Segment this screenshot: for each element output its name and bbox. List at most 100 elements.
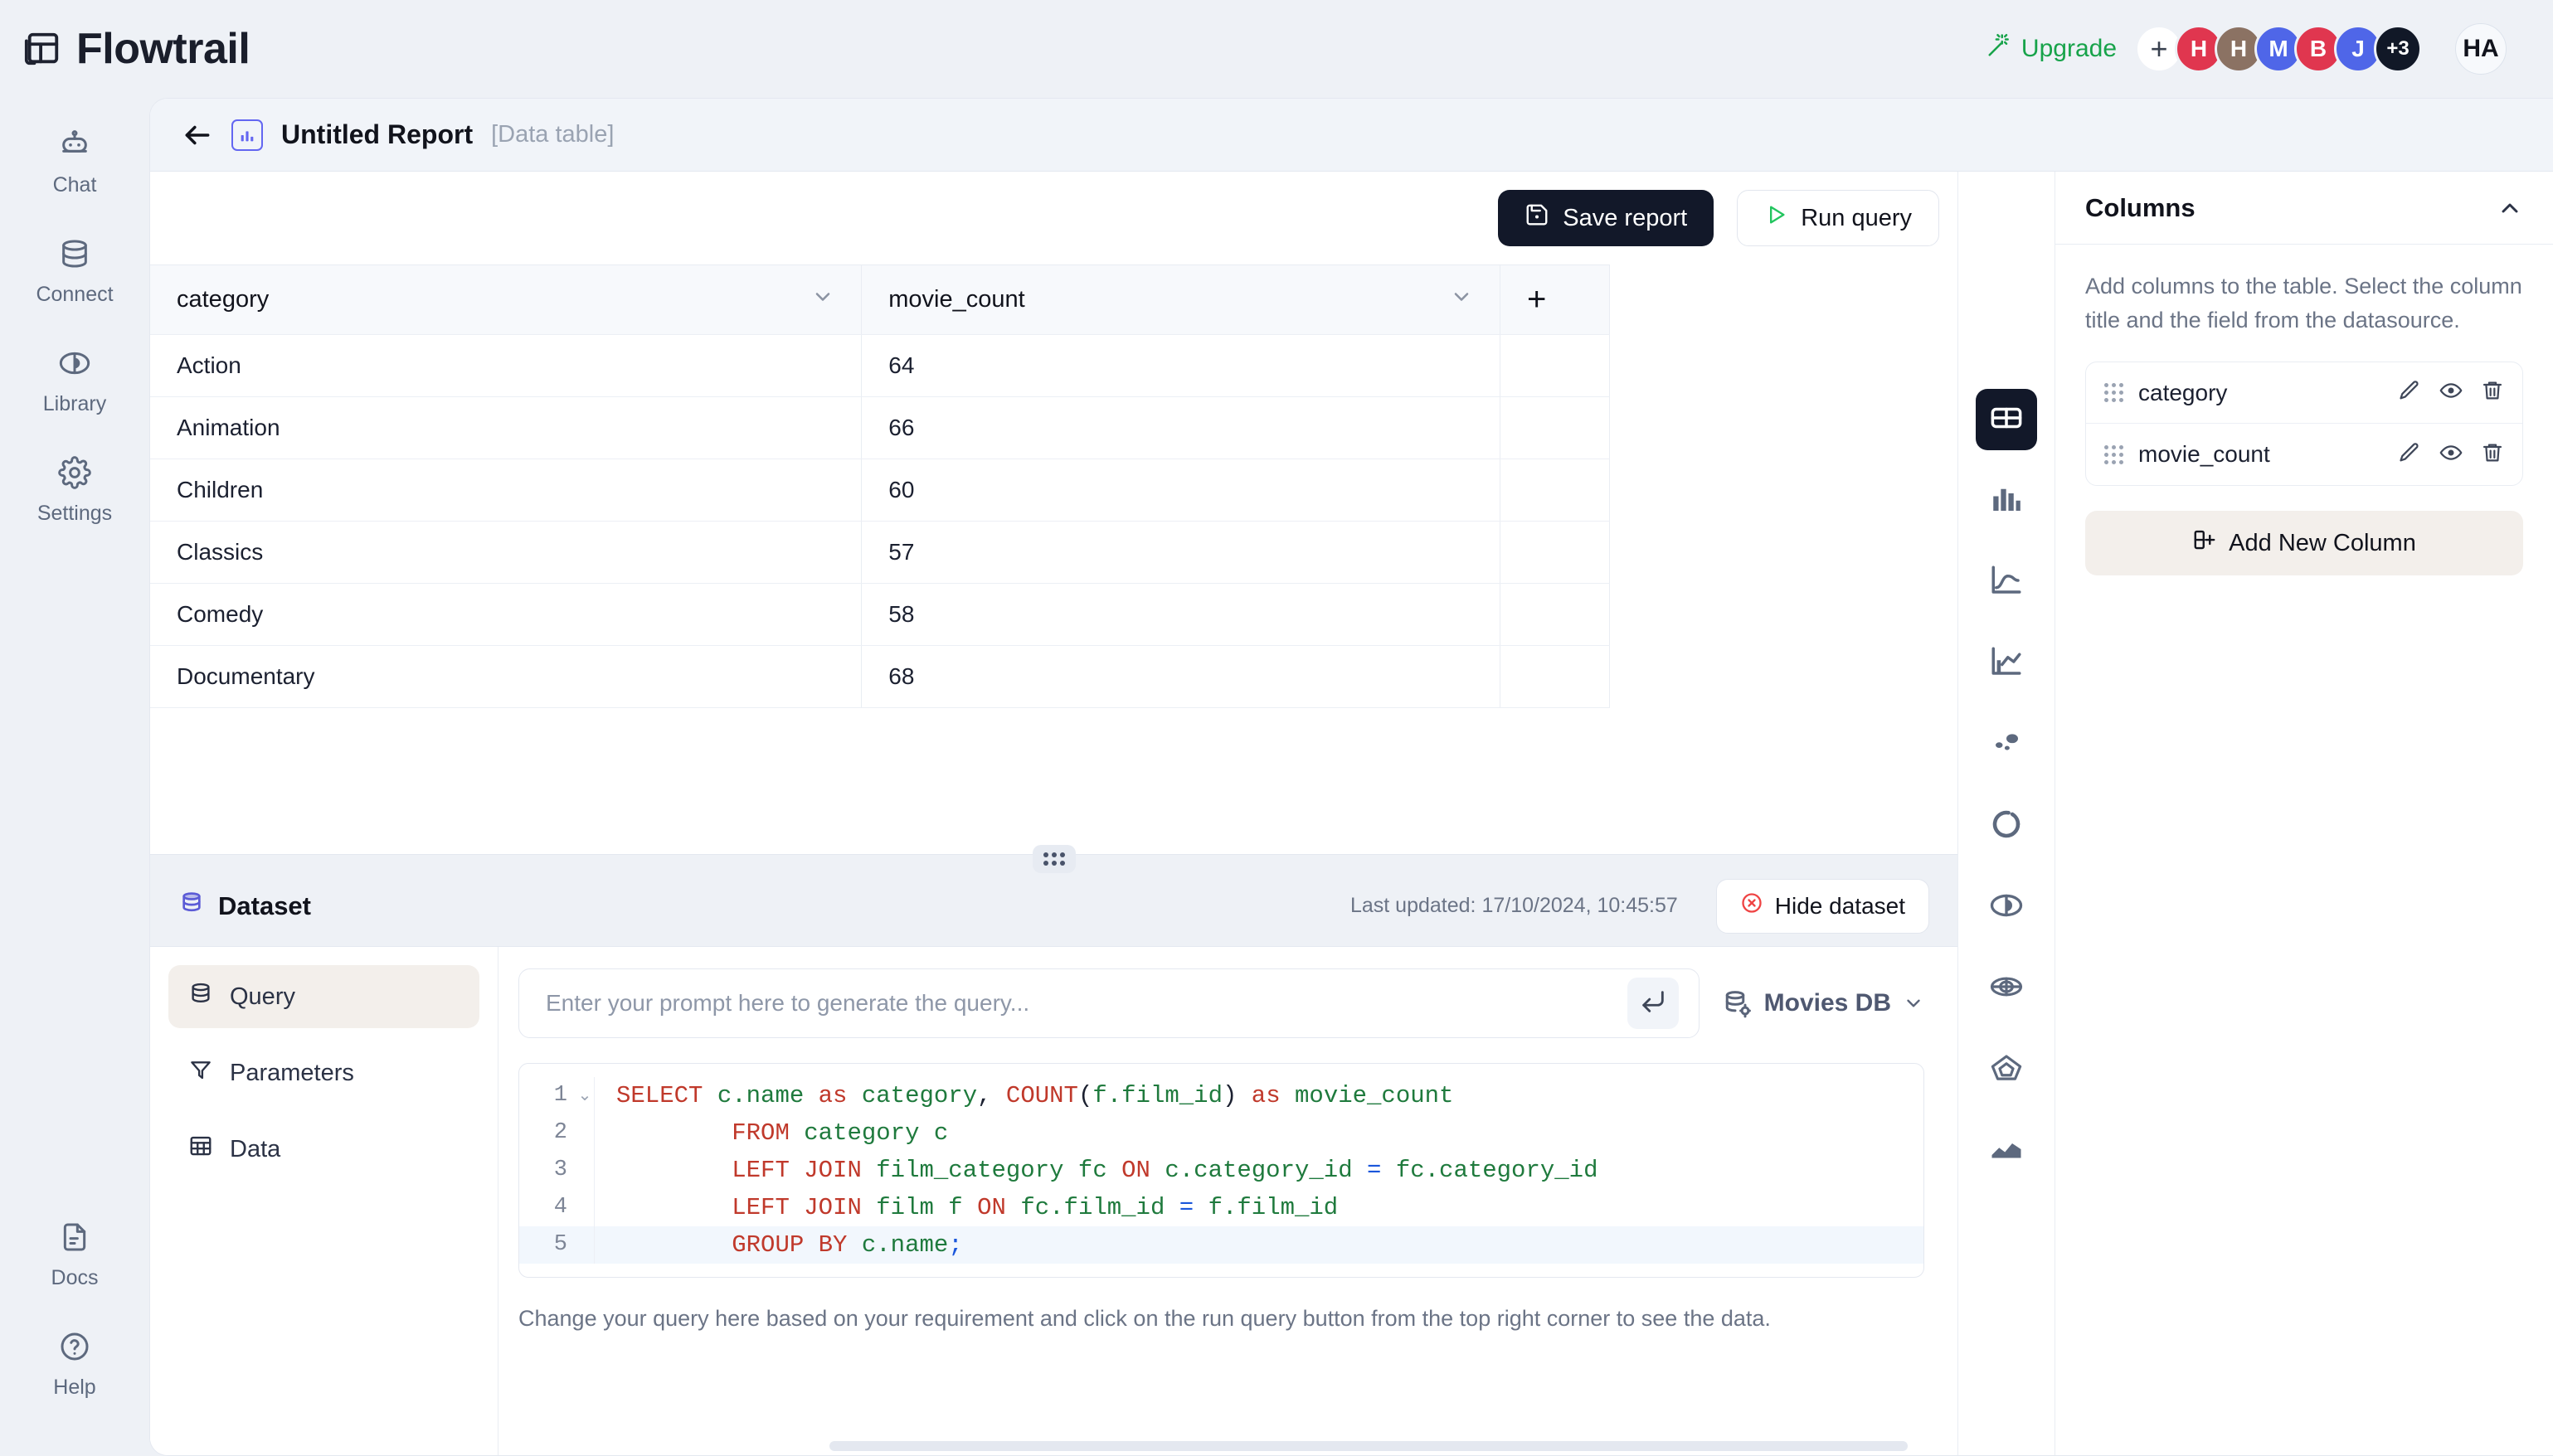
column-header-category[interactable]: category bbox=[150, 265, 863, 335]
bar-chart-icon bbox=[1989, 482, 2024, 521]
bar-chart-icon bbox=[231, 119, 263, 151]
user-avatar[interactable]: HA bbox=[2455, 23, 2507, 75]
add-new-column-button[interactable]: Add New Column bbox=[2085, 511, 2523, 575]
cell-category: Documentary bbox=[150, 645, 863, 708]
scatter-chart-icon bbox=[1989, 726, 2024, 764]
prompt-submit-button[interactable] bbox=[1627, 978, 1679, 1029]
chart-type-donut[interactable] bbox=[1976, 795, 2037, 857]
gear-icon bbox=[58, 456, 91, 493]
line-number: 4 bbox=[553, 1195, 567, 1220]
editor-help-text: Change your query here based on your req… bbox=[518, 1306, 1771, 1331]
columns-panel-header: Columns bbox=[2055, 172, 2553, 245]
fold-toggle-icon[interactable]: ⌄ bbox=[576, 1077, 594, 1114]
datasource-select[interactable]: Movies DB bbox=[1723, 988, 1924, 1018]
sidebar-item-docs[interactable]: Docs bbox=[12, 1209, 137, 1300]
sidebar-item-chat[interactable]: Chat bbox=[12, 116, 137, 207]
list-item[interactable]: category bbox=[2086, 362, 2522, 424]
report-content: Save report Run query category movie_cou… bbox=[150, 172, 2553, 1455]
column-item-actions bbox=[2398, 441, 2504, 468]
chart-type-area[interactable] bbox=[1976, 1120, 2037, 1182]
cell-category: Action bbox=[150, 334, 863, 397]
run-query-button[interactable]: Run query bbox=[1737, 190, 1939, 246]
panel-resize-handle[interactable] bbox=[1032, 845, 1076, 873]
chart-type-combo[interactable] bbox=[1976, 633, 2037, 694]
report-type-label: [Data table] bbox=[491, 121, 615, 148]
list-item[interactable]: movie_count bbox=[2086, 424, 2522, 485]
chart-type-pie[interactable] bbox=[1976, 876, 2037, 938]
cell-spacer bbox=[1500, 521, 1610, 584]
drag-handle-icon[interactable] bbox=[2104, 444, 2123, 464]
add-column-header-button[interactable]: + bbox=[1500, 265, 1610, 335]
upgrade-button[interactable]: Upgrade bbox=[1986, 33, 2117, 65]
dataset-title-label: Dataset bbox=[218, 891, 311, 920]
horizontal-scrollbar[interactable] bbox=[829, 1441, 1908, 1451]
eye-icon[interactable] bbox=[2439, 379, 2463, 406]
database-gear-icon bbox=[1723, 988, 1753, 1018]
table-row: Action 64 bbox=[150, 334, 1610, 397]
tab-data[interactable]: Data bbox=[168, 1118, 479, 1181]
trash-icon[interactable] bbox=[2481, 441, 2504, 468]
plus-icon[interactable]: + bbox=[1527, 281, 1546, 318]
avatar-overflow-count[interactable]: +3 bbox=[2374, 25, 2422, 73]
table-row: Documentary 68 bbox=[150, 645, 1610, 708]
data-table: category movie_count + Action 64 Animati… bbox=[150, 265, 1610, 708]
column-item-name: movie_count bbox=[2138, 441, 2270, 467]
robot-icon bbox=[58, 128, 91, 165]
prompt-input[interactable] bbox=[546, 990, 1627, 1017]
grip-dots-icon bbox=[1043, 852, 1065, 866]
hide-dataset-button[interactable]: Hide dataset bbox=[1715, 878, 1929, 934]
chevron-down-icon[interactable] bbox=[811, 285, 834, 315]
code-text: LEFT JOIN film_category fc ON c.category… bbox=[594, 1152, 1923, 1189]
sidebar-item-connect[interactable]: Connect bbox=[12, 226, 137, 317]
code-text: FROM category c bbox=[594, 1114, 1923, 1152]
chart-type-radial[interactable] bbox=[1976, 958, 2037, 1019]
sidebar-item-label: Help bbox=[53, 1376, 96, 1399]
sidebar-item-help[interactable]: Help bbox=[12, 1318, 137, 1410]
cell-movie-count: 60 bbox=[861, 459, 1501, 522]
save-disk-icon bbox=[1525, 202, 1549, 234]
pie-chart-icon bbox=[58, 347, 91, 384]
radial-chart-icon bbox=[1989, 969, 2024, 1008]
chart-type-bar[interactable] bbox=[1976, 470, 2037, 531]
sql-editor[interactable]: 1 ⌄ SELECT c.name as category, COUNT(f.f… bbox=[518, 1063, 1924, 1278]
trash-icon[interactable] bbox=[2481, 379, 2504, 406]
columns-panel-title: Columns bbox=[2085, 192, 2196, 222]
column-item-actions bbox=[2398, 379, 2504, 406]
add-new-column-label: Add New Column bbox=[2229, 529, 2416, 556]
column-header-movie-count[interactable]: movie_count bbox=[861, 265, 1501, 335]
table-header-row: category movie_count + bbox=[150, 265, 1610, 335]
column-header-label: movie_count bbox=[888, 286, 1025, 313]
dataset-body: Query Parameters Data Enter your prompt … bbox=[150, 947, 1957, 1455]
editor-bottom-padding bbox=[519, 1264, 1923, 1277]
sidebar-item-settings[interactable]: Settings bbox=[12, 444, 137, 536]
columns-panel: Columns Add columns to the table. Select… bbox=[2055, 172, 2553, 1455]
report-header: Untitled Report [Data table] bbox=[150, 99, 2553, 172]
tab-parameters[interactable]: Parameters bbox=[168, 1041, 479, 1104]
database-icon bbox=[188, 981, 213, 1012]
chevron-up-icon[interactable] bbox=[2497, 195, 2523, 221]
line-chart-icon bbox=[1989, 563, 2024, 602]
brand[interactable]: Flowtrail bbox=[23, 24, 250, 74]
run-query-label: Run query bbox=[1801, 204, 1912, 231]
save-report-button[interactable]: Save report bbox=[1498, 190, 1714, 246]
chart-type-radar[interactable] bbox=[1976, 1039, 2037, 1100]
pencil-icon[interactable] bbox=[2398, 379, 2421, 406]
drag-handle-icon[interactable] bbox=[2104, 383, 2123, 402]
chevron-down-icon[interactable] bbox=[1903, 993, 1924, 1014]
line-number: 3 bbox=[553, 1158, 567, 1182]
sidebar-item-library[interactable]: Library bbox=[12, 335, 137, 426]
prompt-row: Movies DB bbox=[518, 968, 1924, 1038]
chart-type-scatter[interactable] bbox=[1976, 714, 2037, 775]
panel-resize-divider bbox=[150, 845, 1957, 873]
chevron-down-icon[interactable] bbox=[1450, 285, 1473, 315]
eye-icon[interactable] bbox=[2439, 441, 2463, 468]
pie-chart-icon bbox=[1989, 888, 2024, 927]
dataset-panel: Dataset Last updated: 17/10/2024, 10:45:… bbox=[150, 866, 1957, 1455]
chart-type-table[interactable] bbox=[1976, 389, 2037, 450]
center-column: Save report Run query category movie_cou… bbox=[150, 172, 1957, 1455]
database-stack-icon bbox=[178, 890, 205, 923]
chart-type-line[interactable] bbox=[1976, 551, 2037, 613]
pencil-icon[interactable] bbox=[2398, 441, 2421, 468]
arrow-left-icon[interactable] bbox=[182, 119, 213, 151]
tab-query[interactable]: Query bbox=[168, 965, 479, 1028]
